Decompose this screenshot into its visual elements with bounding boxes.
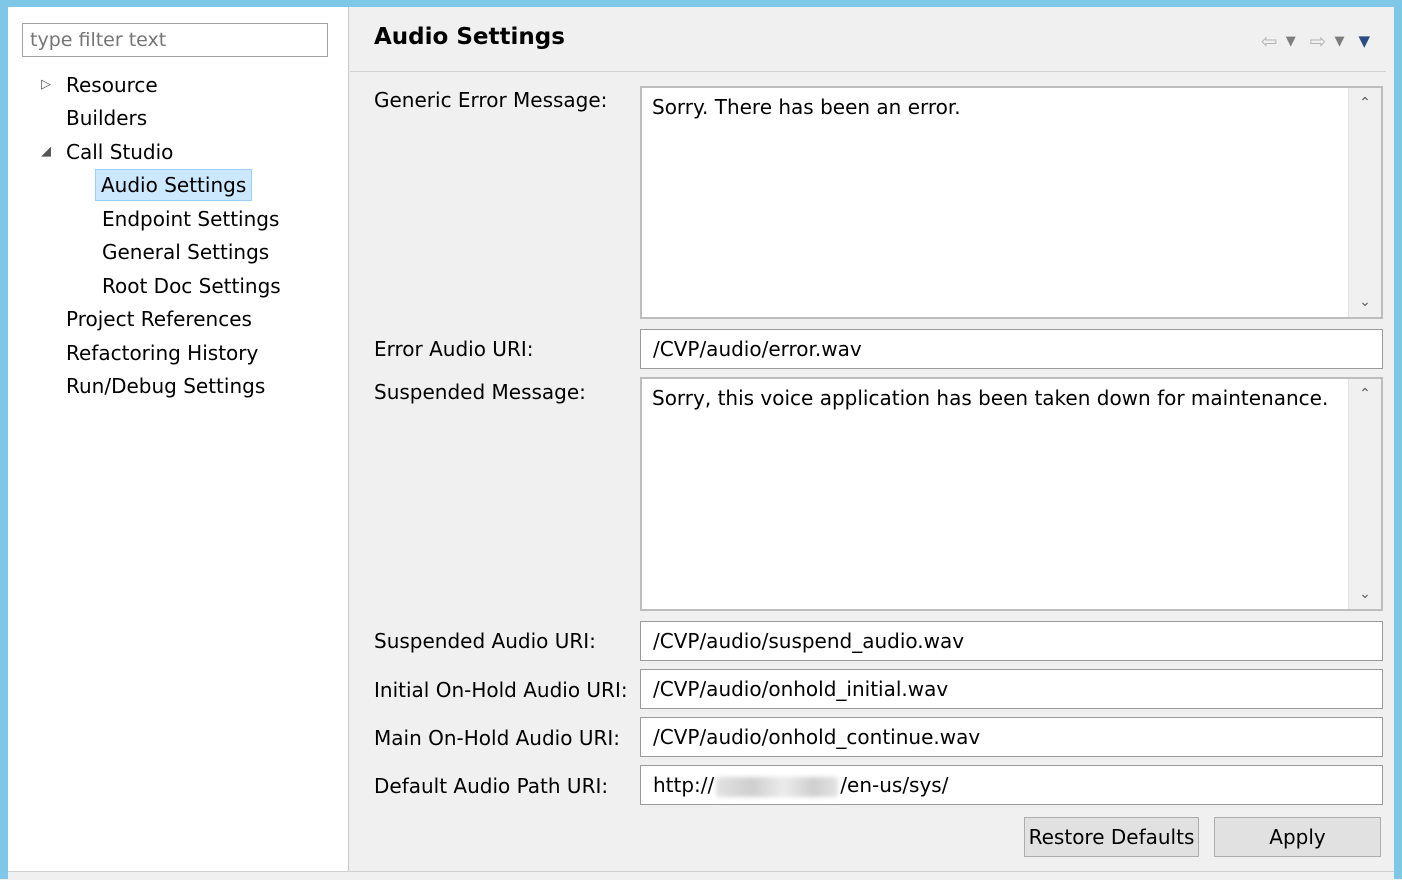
uri-suffix: /en-us/sys/ [840, 773, 949, 797]
uri-prefix: http:// [653, 773, 715, 797]
tree-item-label: Endpoint Settings [102, 207, 280, 231]
main-onhold-audio-uri-field[interactable]: /CVP/audio/onhold_continue.wav [640, 717, 1383, 757]
restore-defaults-button[interactable]: Restore Defaults [1024, 817, 1199, 857]
initial-onhold-audio-uri-field[interactable]: /CVP/audio/onhold_initial.wav [640, 669, 1383, 709]
tree-item-builders[interactable]: Builders [61, 102, 152, 134]
tree-item-project-references[interactable]: Project References [61, 303, 257, 335]
forward-arrow-icon[interactable]: ⇨ [1310, 29, 1327, 53]
tree-item-run-debug-settings[interactable]: Run/Debug Settings [61, 370, 270, 402]
collapse-arrow-icon[interactable]: ◢ [38, 136, 54, 168]
scrollbar[interactable]: ⌃ ⌄ [1348, 379, 1381, 609]
page-header: Audio Settings ⇦ ▼ ⇨ ▼ ▼ [350, 7, 1386, 72]
default-audio-path-uri-field[interactable]: http:// /en-us/sys/ [640, 765, 1383, 805]
back-history-dropdown-icon[interactable]: ▼ [1286, 34, 1296, 49]
view-menu-icon[interactable]: ▼ [1358, 32, 1370, 50]
tree-item-label: Builders [66, 106, 148, 130]
suspended-message-text[interactable]: Sorry, this voice application has been t… [642, 379, 1349, 609]
generic-error-text[interactable]: Sorry. There has been an error. [642, 88, 1349, 317]
tree-item-label: Project References [66, 307, 252, 331]
tree-item-refactoring-history[interactable]: Refactoring History [61, 337, 263, 369]
main-onhold-audio-uri-label: Main On-Hold Audio URI: [374, 726, 620, 750]
tree-item-label: Resource [66, 73, 158, 97]
error-audio-uri-label: Error Audio URI: [374, 337, 534, 361]
forward-history-dropdown-icon[interactable]: ▼ [1334, 34, 1344, 49]
redacted-host [716, 776, 839, 797]
suspended-audio-uri-label: Suspended Audio URI: [374, 629, 596, 653]
tree-item-label: Call Studio [66, 140, 174, 164]
page-title: Audio Settings [374, 24, 565, 50]
tree-item-audio-settings[interactable]: Audio Settings [95, 169, 253, 201]
error-audio-uri-field[interactable]: /CVP/audio/error.wav [640, 329, 1383, 369]
generic-error-textarea[interactable]: Sorry. There has been an error. ⌃ ⌄ [640, 86, 1383, 319]
preference-page: Audio Settings ⇦ ▼ ⇨ ▼ ▼ Generic Error M… [350, 7, 1386, 871]
preferences-tree-pane: ▷ Resource Builders ◢ Call Studio Audio … [8, 7, 349, 871]
tree-item-root-doc-settings[interactable]: Root Doc Settings [97, 270, 286, 302]
back-arrow-icon[interactable]: ⇦ [1261, 29, 1278, 53]
default-audio-path-uri-label: Default Audio Path URI: [374, 774, 609, 798]
expand-arrow-icon[interactable]: ▷ [38, 69, 54, 101]
scroll-up-icon[interactable]: ⌃ [1349, 88, 1381, 118]
initial-onhold-audio-uri-label: Initial On-Hold Audio URI: [374, 678, 628, 702]
scroll-down-icon[interactable]: ⌄ [1349, 287, 1381, 317]
scroll-up-icon[interactable]: ⌃ [1349, 379, 1381, 409]
tree-item-call-studio[interactable]: ◢ Call Studio [38, 136, 178, 168]
tree-item-label: Run/Debug Settings [66, 374, 266, 398]
tree-item-label: Root Doc Settings [102, 274, 281, 298]
suspended-message-textarea[interactable]: Sorry, this voice application has been t… [640, 377, 1383, 611]
suspended-audio-uri-field[interactable]: /CVP/audio/suspend_audio.wav [640, 621, 1383, 661]
history-navigation: ⇦ ▼ ⇨ ▼ ▼ [1255, 27, 1370, 55]
generic-error-label: Generic Error Message: [374, 88, 608, 112]
tree-item-label: Audio Settings [95, 169, 253, 201]
tree-item-endpoint-settings[interactable]: Endpoint Settings [97, 203, 284, 235]
suspended-message-label: Suspended Message: [374, 380, 586, 404]
scrollbar[interactable]: ⌃ ⌄ [1348, 88, 1381, 317]
apply-button[interactable]: Apply [1214, 817, 1381, 857]
filter-input[interactable] [22, 23, 328, 57]
tree-item-general-settings[interactable]: General Settings [97, 236, 274, 268]
tree-item-resource[interactable]: ▷ Resource [38, 69, 163, 101]
scroll-down-icon[interactable]: ⌄ [1349, 579, 1381, 609]
tree-item-label: Refactoring History [66, 341, 259, 365]
tree-item-label: General Settings [102, 240, 270, 264]
